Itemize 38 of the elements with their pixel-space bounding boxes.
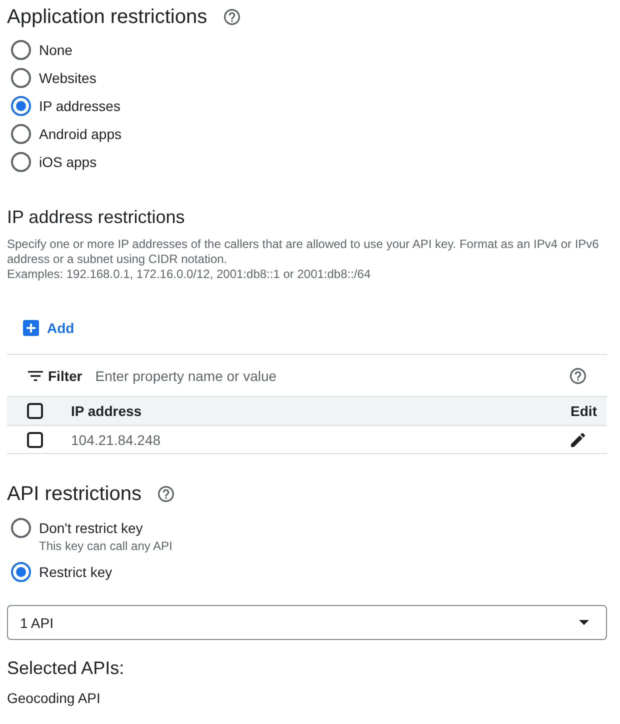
radio-label[interactable]: Restrict key	[39, 562, 112, 582]
add-button[interactable]: Add	[15, 310, 82, 346]
option-description: This key can call any API	[39, 538, 172, 554]
help-icon[interactable]	[224, 9, 240, 25]
dropdown[interactable]: 1 API	[7, 605, 607, 640]
section-title: API restrictions	[7, 482, 142, 506]
radio-button[interactable]	[11, 562, 31, 582]
filter-icon	[28, 370, 43, 380]
column-header: Edit	[570, 402, 597, 421]
filter-field[interactable]: Enter property name or value	[95, 366, 562, 386]
radio-label[interactable]: None	[39, 40, 72, 60]
plus-icon	[23, 320, 39, 336]
checkbox[interactable]	[27, 403, 43, 419]
radio-button[interactable]	[11, 96, 31, 116]
radio-button[interactable]	[11, 68, 31, 88]
description-text: Specify one or more IP addresses of the callers that are allowed to use your API key. Format as an IPv4 or IPv6 address or a subnet using CIDR notation.	[7, 237, 600, 267]
radio-label[interactable]: iOS apps	[39, 152, 97, 172]
radio-button[interactable]	[11, 152, 31, 172]
radio-label[interactable]: Websites	[39, 68, 96, 88]
help-icon[interactable]	[570, 368, 586, 384]
radio-button[interactable]	[11, 124, 31, 144]
api-name: Geocoding API	[7, 689, 102, 708]
radio-label[interactable]: Don't restrict key	[39, 518, 172, 538]
column-header: IP address	[71, 402, 142, 421]
radio-label[interactable]: Android apps	[39, 124, 122, 144]
section-title: IP address restrictions	[7, 206, 186, 228]
help-icon[interactable]	[158, 486, 174, 502]
radio-label[interactable]: IP addresses	[39, 96, 120, 116]
section-title: Selected APIs:	[7, 657, 126, 679]
checkbox[interactable]	[27, 432, 43, 448]
pencil-icon[interactable]	[571, 432, 585, 446]
radio-button[interactable]	[11, 40, 31, 60]
filter-label: Filter	[48, 366, 82, 386]
description-text: Examples: 192.168.0.1, 172.16.0.0/12, 2001:db8::1 or 2001:db8::/64	[7, 267, 372, 282]
caret-icon	[579, 620, 589, 625]
section-title: Application restrictions	[7, 5, 208, 29]
table-cell-text: 104.21.84.248	[71, 430, 161, 450]
radio-button[interactable]	[11, 518, 31, 538]
